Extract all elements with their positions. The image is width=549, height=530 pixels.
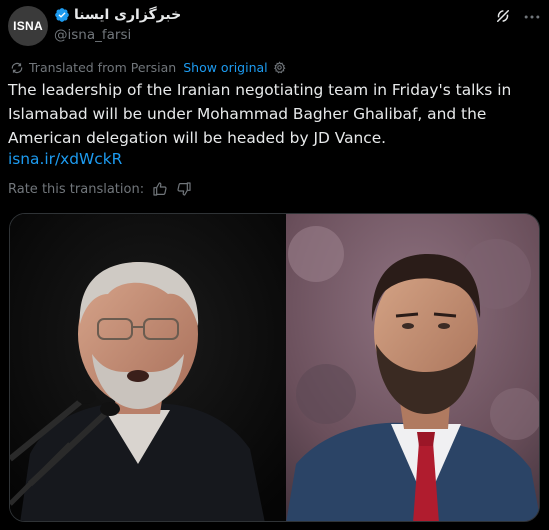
user-handle[interactable]: @isna_farsi	[54, 27, 131, 43]
verified-badge-icon	[55, 8, 69, 22]
tweet-text: The leadership of the Iranian negotiatin…	[8, 81, 512, 147]
thumbs-up-icon[interactable]	[152, 181, 168, 197]
more-icon[interactable]	[522, 7, 542, 27]
show-original-link[interactable]: Show original	[183, 60, 267, 75]
portrait-left-image	[10, 214, 286, 521]
translation-notice: Translated from Persian Show original	[10, 60, 286, 75]
rate-translation-label: Rate this translation:	[8, 181, 145, 197]
tweet-link[interactable]: isna.ir/xdWckR	[8, 147, 122, 171]
avatar[interactable]: ISNA	[8, 6, 48, 46]
media-photo-left[interactable]	[10, 214, 286, 521]
author-name-row: خبرگزاری ایسنا	[54, 7, 181, 23]
translation-label: Translated from Persian	[29, 60, 177, 75]
translate-icon	[11, 62, 23, 73]
thumbs-down-icon[interactable]	[176, 181, 192, 197]
display-name[interactable]: خبرگزاری ایسنا	[74, 7, 181, 23]
tweet-media[interactable]	[9, 213, 540, 522]
media-photo-right[interactable]	[286, 214, 539, 521]
gear-icon[interactable]	[273, 61, 286, 74]
portrait-right-image	[286, 214, 539, 521]
grok-icon[interactable]	[494, 7, 512, 25]
rate-translation-row: Rate this translation:	[8, 181, 192, 197]
